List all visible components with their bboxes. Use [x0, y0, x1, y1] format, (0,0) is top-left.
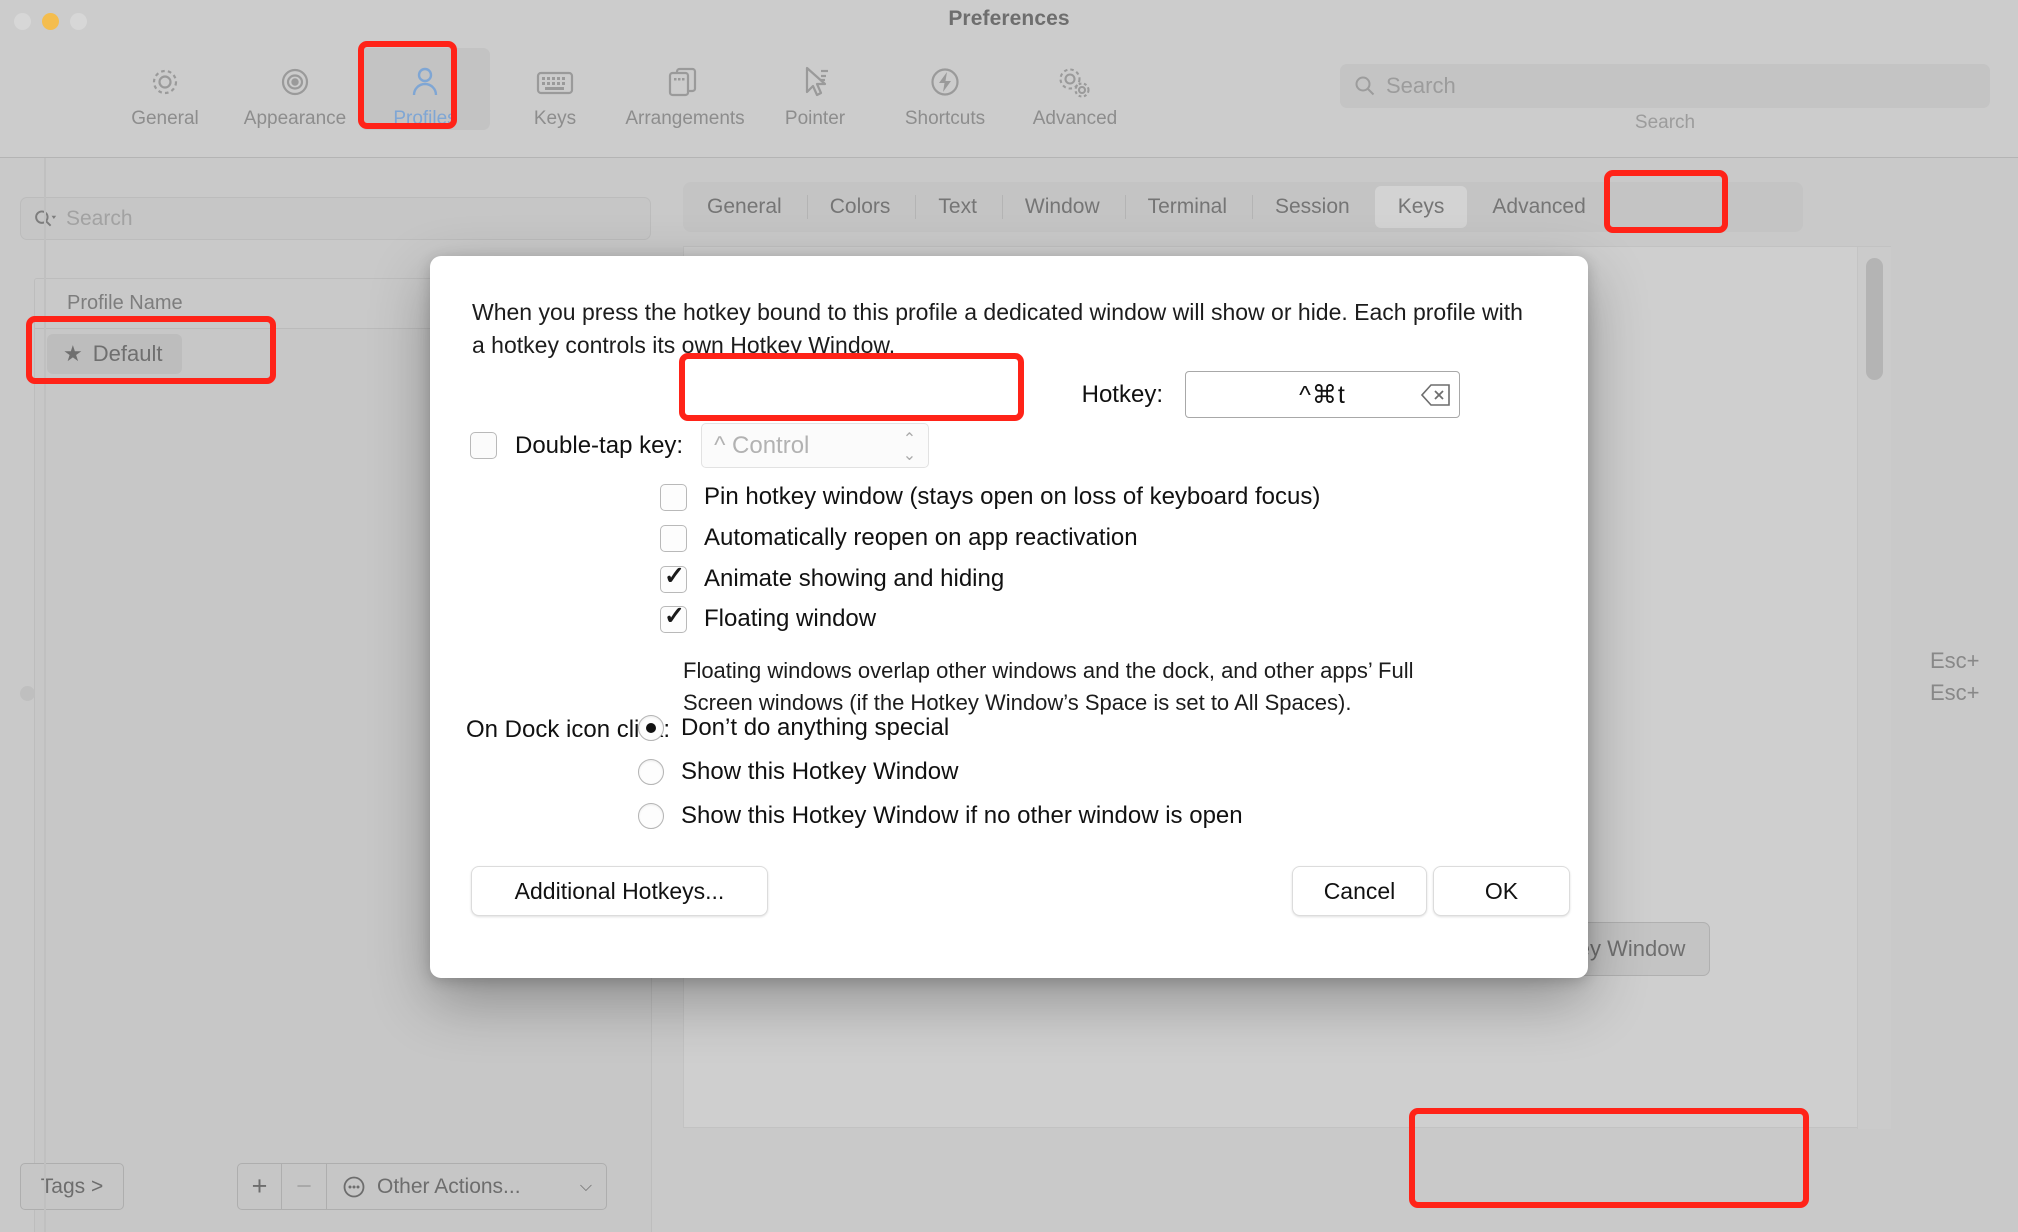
- star-icon: ★: [63, 341, 83, 367]
- pin-hotkey-window-option[interactable]: Pin hotkey window (stays open on loss of…: [660, 483, 1320, 511]
- toolbar-item-arrangements[interactable]: Arrangements: [620, 48, 750, 130]
- ok-button[interactable]: OK: [1433, 866, 1570, 916]
- tags-button[interactable]: Tags >: [20, 1163, 124, 1210]
- eye-icon: [275, 59, 315, 105]
- hotkey-label: Hotkey:: [1082, 381, 1163, 409]
- vertical-scrollbar[interactable]: [1857, 247, 1891, 1129]
- checkbox[interactable]: [660, 525, 687, 552]
- option-label: Floating window: [704, 605, 876, 633]
- page-title: Preferences: [0, 7, 2018, 31]
- radio-button[interactable]: [638, 759, 664, 785]
- toolbar-search-label: Search: [1340, 112, 1990, 134]
- dock-option-nothing[interactable]: Don’t do anything special: [638, 714, 949, 742]
- toolbar-label: Appearance: [244, 108, 346, 130]
- esc-mapping-row: Esc+: [1930, 648, 1980, 674]
- title-bar: Preferences: [0, 0, 2018, 42]
- option-label: Pin hotkey window (stays open on loss of…: [704, 483, 1320, 511]
- toolbar-item-pointer[interactable]: Pointer: [750, 48, 880, 130]
- dialog-intro-text: When you press the hotkey bound to this …: [472, 296, 1532, 361]
- auto-reopen-option[interactable]: Automatically reopen on app reactivation: [660, 524, 1138, 552]
- toolbar-label: Pointer: [785, 108, 845, 130]
- toolbar-item-shortcuts[interactable]: Shortcuts: [880, 48, 1010, 130]
- checkbox[interactable]: [660, 606, 687, 633]
- ellipsis-circle-icon: [341, 1174, 367, 1200]
- windows-icon: [663, 59, 707, 105]
- search-icon: [34, 208, 58, 230]
- hotkey-input[interactable]: ^⌘t: [1185, 371, 1460, 418]
- delete-backward-icon[interactable]: [1421, 383, 1451, 412]
- double-tap-checkbox[interactable]: [470, 432, 497, 459]
- floating-window-note: Floating windows overlap other windows a…: [683, 655, 1473, 719]
- animate-show-hide-option[interactable]: Animate showing and hiding: [660, 565, 1004, 593]
- cursor-icon: [795, 59, 835, 105]
- sidebar-search-placeholder: Search: [66, 207, 133, 231]
- other-actions-menu[interactable]: Other Actions... ⌵: [327, 1163, 607, 1210]
- toolbar-label: Keys: [534, 108, 576, 130]
- toolbar-item-profiles[interactable]: Profiles: [360, 48, 490, 130]
- remove-profile-button[interactable]: −: [282, 1163, 327, 1210]
- gears-icon: [1053, 59, 1097, 105]
- keyboard-icon: [533, 59, 577, 105]
- esc-mapping-row: Esc+: [1930, 680, 1980, 706]
- option-label: Animate showing and hiding: [704, 565, 1004, 593]
- toolbar-label: Shortcuts: [905, 108, 985, 130]
- dock-option-show-if-none-open[interactable]: Show this Hotkey Window if no other wind…: [638, 802, 1243, 830]
- option-label: Show this Hotkey Window if no other wind…: [681, 802, 1243, 830]
- tab-general[interactable]: General: [684, 186, 805, 228]
- radio-button[interactable]: [638, 803, 664, 829]
- tab-colors[interactable]: Colors: [807, 186, 914, 228]
- tab-text[interactable]: Text: [915, 186, 1000, 228]
- split-resize-handle[interactable]: [20, 686, 35, 701]
- preferences-toolbar: General Appearance Profiles Keys: [0, 42, 2018, 158]
- chevron-down-icon: ⌵: [580, 1178, 592, 1196]
- gear-icon: [145, 59, 185, 105]
- tab-advanced[interactable]: Advanced: [1469, 186, 1608, 228]
- person-icon: [405, 59, 445, 105]
- dock-option-show-window[interactable]: Show this Hotkey Window: [638, 758, 958, 786]
- toolbar-label: Advanced: [1033, 108, 1118, 130]
- double-tap-label: Double-tap key:: [515, 432, 683, 460]
- profile-name: Default: [93, 341, 163, 367]
- hotkey-window-dialog: When you press the hotkey bound to this …: [430, 256, 1588, 978]
- sidebar-divider: [44, 158, 46, 1232]
- tab-keys[interactable]: Keys: [1375, 186, 1468, 228]
- tab-terminal[interactable]: Terminal: [1125, 186, 1250, 228]
- toolbar-item-general[interactable]: General: [100, 48, 230, 130]
- toolbar-label: Profiles: [393, 108, 456, 130]
- toolbar-search-input[interactable]: Search: [1340, 64, 1990, 108]
- toolbar-item-advanced[interactable]: Advanced: [1010, 48, 1140, 130]
- scrollbar-thumb[interactable]: [1866, 258, 1883, 380]
- preferences-window: Preferences General Appearance Profil: [0, 0, 2018, 1232]
- tab-window[interactable]: Window: [1002, 186, 1123, 228]
- double-tap-value: ^ Control: [714, 432, 809, 460]
- double-tap-key-select[interactable]: ^ Control ⌃⌄: [701, 423, 929, 468]
- radio-button[interactable]: [638, 715, 664, 741]
- toolbar-search-placeholder: Search: [1386, 73, 1456, 99]
- profile-actions-group: + − Other Actions... ⌵: [237, 1163, 607, 1210]
- hotkey-value: ^⌘t: [1299, 380, 1346, 410]
- sidebar-search-input[interactable]: Search: [20, 197, 651, 240]
- other-actions-label: Other Actions...: [377, 1175, 521, 1199]
- chevron-updown-icon: ⌃⌄: [903, 432, 916, 464]
- toolbar-label: Arrangements: [625, 108, 744, 130]
- option-label: Show this Hotkey Window: [681, 758, 958, 786]
- additional-hotkeys-button[interactable]: Additional Hotkeys...: [471, 866, 768, 916]
- tab-session[interactable]: Session: [1252, 186, 1373, 228]
- option-label: Don’t do anything special: [681, 714, 949, 742]
- bolt-icon: [925, 59, 965, 105]
- profile-tab-bar: General Colors Text Window Terminal Sess…: [683, 182, 1803, 232]
- option-label: Automatically reopen on app reactivation: [704, 524, 1138, 552]
- toolbar-label: General: [131, 108, 199, 130]
- toolbar-item-keys[interactable]: Keys: [490, 48, 620, 130]
- toolbar-item-appearance[interactable]: Appearance: [230, 48, 360, 130]
- search-icon: [1354, 75, 1376, 97]
- checkbox[interactable]: [660, 484, 687, 511]
- floating-window-option[interactable]: Floating window: [660, 605, 876, 633]
- cancel-button[interactable]: Cancel: [1292, 866, 1427, 916]
- checkbox[interactable]: [660, 566, 687, 593]
- add-profile-button[interactable]: +: [237, 1163, 282, 1210]
